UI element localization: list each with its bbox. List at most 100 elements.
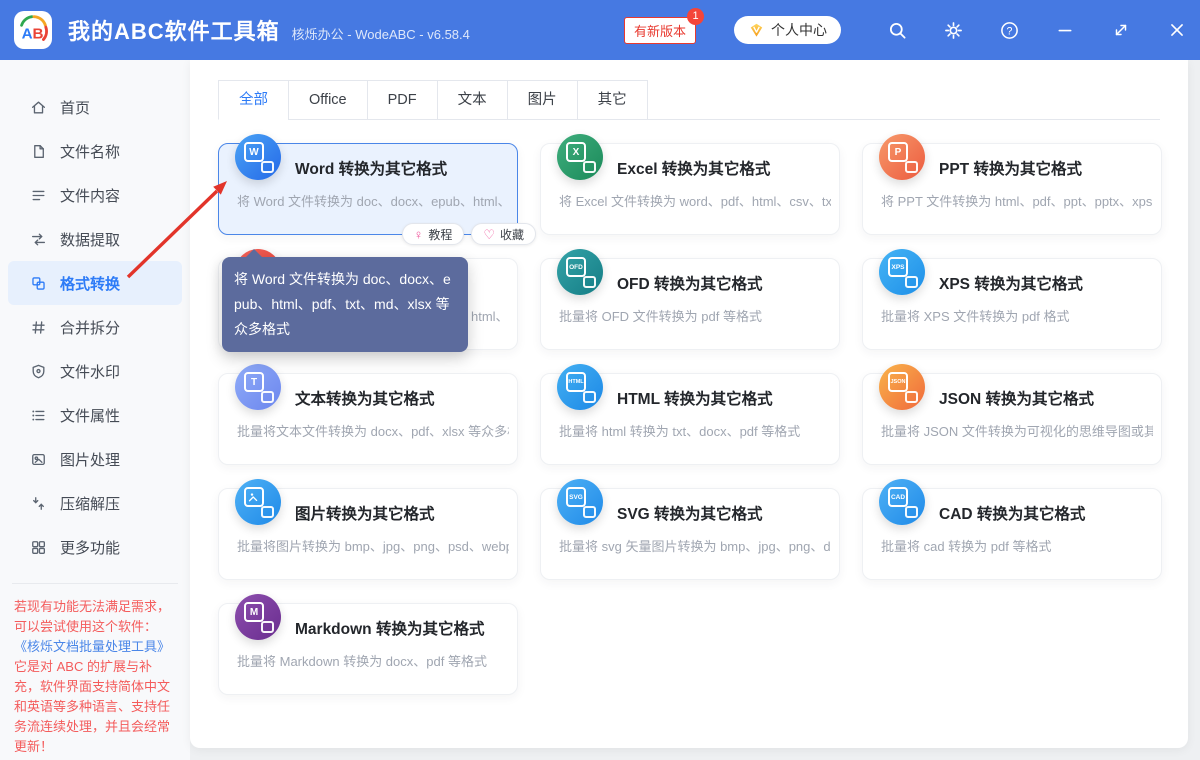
html-file-icon: HTML	[557, 364, 603, 410]
card-cad-convert[interactable]: CAD CAD 转换为其它格式 批量将 cad 转换为 pdf 等格式	[862, 488, 1162, 580]
gear-icon	[944, 21, 963, 40]
sidebar-item-label: 文件内容	[60, 185, 120, 206]
sidebar-item-label: 格式转换	[60, 273, 120, 294]
app-subtitle: 核烁办公 - WodeABC - v6.58.4	[292, 24, 470, 43]
sidebar-item-format-convert[interactable]: 格式转换	[8, 261, 182, 305]
category-tabs: 全部 Office PDF 文本 图片 其它	[218, 80, 1160, 120]
image-glyph-icon	[248, 491, 260, 503]
update-count-badge: 1	[687, 8, 704, 25]
card-title: OFD 转换为其它格式	[617, 272, 763, 294]
card-ppt-convert[interactable]: P PPT 转换为其它格式 将 PPT 文件转换为 html、pdf、ppt、p…	[862, 143, 1162, 235]
swap-arrows-icon	[30, 231, 47, 248]
sidebar-item-compress[interactable]: 压缩解压	[0, 481, 190, 525]
card-desc-fragment: html、	[471, 306, 509, 325]
card-title: JSON 转换为其它格式	[939, 387, 1094, 409]
markdown-file-icon: M	[235, 594, 281, 640]
card-desc: 批量将图片转换为 bmp、jpg、png、psd、webp、	[237, 536, 509, 555]
vip-gem-icon	[748, 22, 765, 39]
minimize-button[interactable]	[1055, 20, 1075, 40]
json-file-icon: JSON	[879, 364, 925, 410]
card-desc: 批量将 XPS 文件转换为 pdf 格式	[881, 306, 1153, 325]
card-desc: 将 Excel 文件转换为 word、pdf、html、csv、txt、s	[559, 191, 831, 210]
resize-icon	[1112, 21, 1130, 39]
card-title: 图片转换为其它格式	[295, 502, 435, 524]
svg-text:B: B	[33, 26, 44, 43]
convert-squares-icon	[30, 275, 47, 292]
settings-button[interactable]	[943, 20, 963, 40]
help-button[interactable]: ?	[999, 20, 1019, 40]
card-excel-convert[interactable]: X Excel 转换为其它格式 将 Excel 文件转换为 word、pdf、h…	[540, 143, 840, 235]
title-bar: A B 我的ABC软件工具箱 核烁办公 - WodeABC - v6.58.4 …	[0, 0, 1200, 60]
maximize-button[interactable]	[1111, 20, 1131, 40]
card-html-convert[interactable]: HTML HTML 转换为其它格式 批量将 html 转换为 txt、docx、…	[540, 373, 840, 465]
card-title: Word 转换为其它格式	[295, 157, 447, 179]
card-title: HTML 转换为其它格式	[617, 387, 773, 409]
tab-image[interactable]: 图片	[507, 80, 578, 120]
sidebar-item-label: 文件水印	[60, 361, 120, 382]
tab-text[interactable]: 文本	[437, 80, 508, 120]
sidebar-item-home[interactable]: 首页	[0, 85, 190, 129]
favorite-button[interactable]: ♡ 收藏	[471, 223, 536, 245]
sidebar-item-merge-split[interactable]: 合并拆分	[0, 305, 190, 349]
list-lines-icon	[30, 187, 47, 204]
sidebar-item-label: 文件属性	[60, 405, 120, 426]
cad-file-icon: CAD	[879, 479, 925, 525]
card-desc: 批量将 Markdown 转换为 docx、pdf 等格式	[237, 651, 509, 670]
card-title: Excel 转换为其它格式	[617, 157, 770, 179]
notice-line2: 它是对 ABC 的扩展与补充，软件界面支持简体中文和英语等多种语言、支持任务流连…	[14, 659, 170, 754]
hash-icon	[30, 319, 47, 336]
card-desc: 批量将 html 转换为 txt、docx、pdf 等格式	[559, 421, 831, 440]
heart-icon: ♡	[483, 228, 495, 241]
sidebar-notice: 若现有功能无法满足需求，可以尝试使用这个软件： 《核烁文档批量处理工具》 它是对…	[12, 583, 178, 757]
list-dots-icon	[30, 407, 47, 424]
card-title: PPT 转换为其它格式	[939, 157, 1082, 179]
card-xps-convert[interactable]: XPS XPS 转换为其它格式 批量将 XPS 文件转换为 pdf 格式	[862, 258, 1162, 350]
sidebar-item-image-process[interactable]: 图片处理	[0, 437, 190, 481]
profile-center-button[interactable]: 个人中心	[734, 16, 841, 44]
new-version-badge[interactable]: 有新版本 1	[624, 17, 696, 44]
card-desc: 批量将 svg 矢量图片转换为 bmp、jpg、png、docx	[559, 536, 831, 555]
card-desc: 批量将文本文件转换为 docx、pdf、xlsx 等众多格式	[237, 421, 509, 440]
tool-card-grid: W Word 转换为其它格式 将 Word 文件转换为 doc、docx、epu…	[218, 143, 1162, 695]
card-title: XPS 转换为其它格式	[939, 272, 1083, 294]
notice-tool-link[interactable]: 《核烁文档批量处理工具》	[14, 637, 176, 657]
help-icon: ?	[1000, 21, 1019, 40]
card-markdown-convert[interactable]: M Markdown 转换为其它格式 批量将 Markdown 转换为 docx…	[218, 603, 518, 695]
minimize-icon	[1056, 21, 1074, 39]
card-desc: 批量将 JSON 文件转换为可视化的思维导图或其它格式	[881, 421, 1153, 440]
sidebar-item-file-props[interactable]: 文件属性	[0, 393, 190, 437]
svg-text:?: ?	[1006, 25, 1012, 37]
tab-office[interactable]: Office	[288, 80, 368, 120]
card-svg-convert[interactable]: SVG SVG 转换为其它格式 批量将 svg 矢量图片转换为 bmp、jpg、…	[540, 488, 840, 580]
card-text-convert[interactable]: T 文本转换为其它格式 批量将文本文件转换为 docx、pdf、xlsx 等众多…	[218, 373, 518, 465]
close-icon	[1168, 21, 1186, 39]
close-button[interactable]	[1167, 20, 1187, 40]
app-title: 我的ABC软件工具箱	[68, 14, 280, 46]
sidebar-item-data-extract[interactable]: 数据提取	[0, 217, 190, 261]
card-json-convert[interactable]: JSON JSON 转换为其它格式 批量将 JSON 文件转换为可视化的思维导图…	[862, 373, 1162, 465]
sidebar-item-file-name[interactable]: 文件名称	[0, 129, 190, 173]
card-ofd-convert[interactable]: OFD OFD 转换为其它格式 批量将 OFD 文件转换为 pdf 等格式	[540, 258, 840, 350]
card-desc: 批量将 cad 转换为 pdf 等格式	[881, 536, 1153, 555]
tutorial-button[interactable]: ♀ 教程	[402, 223, 465, 245]
main-panel: 全部 Office PDF 文本 图片 其它 W Word 转换为其它格式 将 …	[190, 60, 1188, 748]
excel-file-icon: X	[557, 134, 603, 180]
sidebar-item-label: 图片处理	[60, 449, 120, 470]
card-image-convert[interactable]: 图片转换为其它格式 批量将图片转换为 bmp、jpg、png、psd、webp、	[218, 488, 518, 580]
sidebar-item-label: 文件名称	[60, 141, 120, 162]
card-desc: 将 Word 文件转换为 doc、docx、epub、html、pdf、txt、…	[237, 191, 509, 210]
card-word-convert[interactable]: W Word 转换为其它格式 将 Word 文件转换为 doc、docx、epu…	[218, 143, 518, 235]
tab-other[interactable]: 其它	[577, 80, 648, 120]
card-title: SVG 转换为其它格式	[617, 502, 763, 524]
profile-center-label: 个人中心	[771, 20, 827, 40]
sidebar: 首页 文件名称 文件内容 数据提取 格式转换 合并拆分 文件水印 文件属性	[0, 60, 190, 760]
sidebar-item-file-content[interactable]: 文件内容	[0, 173, 190, 217]
search-button[interactable]	[887, 20, 907, 40]
sidebar-item-more[interactable]: 更多功能	[0, 525, 190, 569]
tab-pdf[interactable]: PDF	[367, 80, 438, 120]
card-title: Markdown 转换为其它格式	[295, 617, 484, 639]
picture-icon	[30, 451, 47, 468]
sidebar-item-watermark[interactable]: 文件水印	[0, 349, 190, 393]
tab-all[interactable]: 全部	[218, 80, 289, 120]
compress-arrows-icon	[30, 495, 47, 512]
